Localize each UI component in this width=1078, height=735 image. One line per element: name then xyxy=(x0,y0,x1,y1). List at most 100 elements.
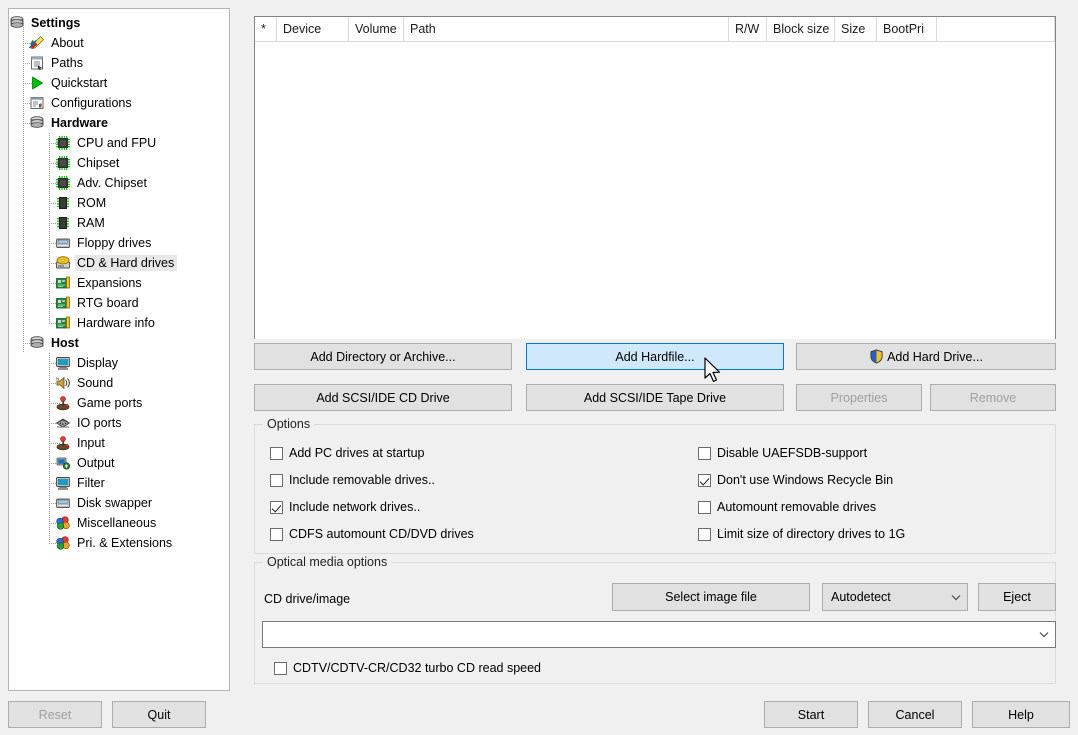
cd-image-path-combo[interactable] xyxy=(262,621,1056,648)
device-list-body[interactable] xyxy=(255,42,1055,339)
start-button[interactable]: Start xyxy=(764,701,858,728)
option-label: Include network drives.. xyxy=(289,500,421,514)
sidebar-item-label: Sound xyxy=(77,376,114,390)
quit-button[interactable]: Quit xyxy=(112,701,206,728)
option-checkbox[interactable]: Add PC drives at startup xyxy=(270,446,424,460)
sidebar-item-hardware-info[interactable]: Hardware info xyxy=(9,313,229,333)
sidebar-item-adv-chipset[interactable]: Adv. Chipset xyxy=(9,173,229,193)
tree-guide xyxy=(49,313,50,323)
select-image-file-button[interactable]: Select image file xyxy=(612,583,810,611)
sidebar-item-label: Configurations xyxy=(51,96,132,110)
column-header[interactable]: Device xyxy=(277,17,349,41)
sidebar-item-rtg-board[interactable]: RTG board xyxy=(9,293,229,313)
chip-icon xyxy=(55,155,71,171)
sidebar-item-input[interactable]: Input xyxy=(9,433,229,453)
tree-guide xyxy=(49,373,50,393)
tree-guide xyxy=(49,173,50,193)
checkbox-box[interactable] xyxy=(270,473,283,487)
eject-label: Eject xyxy=(1003,590,1031,604)
option-label: Limit size of directory drives to 1G xyxy=(717,527,906,541)
eject-button[interactable]: Eject xyxy=(978,583,1056,611)
option-checkbox[interactable]: Don't use Windows Recycle Bin xyxy=(698,473,893,487)
column-header[interactable] xyxy=(937,17,1055,41)
sidebar-item-label: Disk swapper xyxy=(77,496,153,510)
column-header[interactable]: * xyxy=(255,17,277,41)
cd-mode-select[interactable]: Autodetect xyxy=(822,583,968,611)
help-label: Help xyxy=(1008,707,1034,722)
option-checkbox[interactable]: Limit size of directory drives to 1G xyxy=(698,527,905,541)
sidebar-item-chipset[interactable]: Chipset xyxy=(9,153,229,173)
sidebar-item-label: About xyxy=(51,36,84,50)
column-header[interactable]: R/W xyxy=(729,17,767,41)
option-label: Automount removable drives xyxy=(717,500,877,514)
remove-button[interactable]: Remove xyxy=(930,384,1056,411)
checkbox-box[interactable] xyxy=(698,527,711,541)
sidebar-item-hardware[interactable]: Hardware xyxy=(9,113,229,133)
sidebar-item-configurations[interactable]: Configurations xyxy=(9,93,229,113)
option-checkbox[interactable]: Include network drives.. xyxy=(270,500,420,514)
sidebar-item-settings[interactable]: Settings xyxy=(9,13,229,33)
optical-media-group-title: Optical media options xyxy=(263,555,392,569)
turbo-cd-read-speed-checkbox[interactable]: CDTV/CDTV-CR/CD32 turbo CD read speed xyxy=(274,661,541,675)
sidebar-item-ram[interactable]: RAM xyxy=(9,213,229,233)
properties-button[interactable]: Properties xyxy=(796,384,922,411)
sidebar-item-label: Floppy drives xyxy=(77,236,152,250)
add-scsi-ide-tape-drive-button[interactable]: Add SCSI/IDE Tape Drive xyxy=(526,384,784,411)
monitor-icon xyxy=(55,355,71,371)
cancel-label: Cancel xyxy=(895,707,935,722)
checkbox-box[interactable] xyxy=(698,446,711,460)
sidebar-item-host[interactable]: Host xyxy=(9,333,229,353)
sidebar-item-game-ports[interactable]: Game ports xyxy=(9,393,229,413)
memory-icon xyxy=(55,195,71,211)
checkbox-box[interactable] xyxy=(698,500,711,514)
add-hard-drive-label: Add Hard Drive... xyxy=(887,349,983,364)
option-checkbox[interactable]: Automount removable drives xyxy=(698,500,876,514)
column-header[interactable]: Volume xyxy=(349,17,404,41)
reset-button[interactable]: Reset xyxy=(8,701,102,728)
checkbox-box[interactable] xyxy=(270,500,283,514)
device-list[interactable]: * Device Volume Path R/W Block size Size BootPr… xyxy=(254,16,1056,339)
sidebar-item-cpu-and-fpu[interactable]: CPU and FPU xyxy=(9,133,229,153)
option-checkbox[interactable]: Include removable drives.. xyxy=(270,473,435,487)
column-header[interactable]: BootPri xyxy=(877,17,937,41)
add-hard-drive-button[interactable]: Add Hard Drive... xyxy=(796,343,1056,370)
monitor-icon xyxy=(55,475,71,491)
floppy-icon xyxy=(55,235,71,251)
sidebar-item-cd-hard-drives[interactable]: CD & Hard drives xyxy=(9,253,229,273)
sidebar-item-pri-extensions[interactable]: Pri. & Extensions xyxy=(9,533,229,553)
settings-tree-panel[interactable]: Settings About Paths Quickstart Configuratio… xyxy=(8,8,230,691)
checkbox-box[interactable] xyxy=(274,661,287,675)
sidebar-item-sound[interactable]: N Sound xyxy=(9,373,229,393)
sidebar-item-about[interactable]: About xyxy=(9,33,229,53)
settings-tree[interactable]: Settings About Paths Quickstart Configuratio… xyxy=(9,9,229,553)
add-scsi-ide-cd-drive-button[interactable]: Add SCSI/IDE CD Drive xyxy=(254,384,512,411)
sidebar-item-expansions[interactable]: Expansions xyxy=(9,273,229,293)
option-checkbox[interactable]: Disable UAEFSDB-support xyxy=(698,446,867,460)
help-button[interactable]: Help xyxy=(972,701,1070,728)
checkbox-box[interactable] xyxy=(698,473,711,487)
column-header[interactable]: Block size xyxy=(767,17,835,41)
device-list-header[interactable]: * Device Volume Path R/W Block size Size BootPr… xyxy=(255,17,1055,42)
add-hardfile-button[interactable]: Add Hardfile... xyxy=(526,343,784,370)
sidebar-item-miscellaneous[interactable]: Miscellaneous xyxy=(9,513,229,533)
sidebar-item-io-ports[interactable]: IO ports xyxy=(9,413,229,433)
sidebar-item-rom[interactable]: ROM xyxy=(9,193,229,213)
sidebar-item-disk-swapper[interactable]: Disk swapper xyxy=(9,493,229,513)
sidebar-item-paths[interactable]: Paths xyxy=(9,53,229,73)
properties-label: Properties xyxy=(830,390,888,405)
sidebar-item-floppy-drives[interactable]: Floppy drives xyxy=(9,233,229,253)
add-directory-or-archive-button[interactable]: Add Directory or Archive... xyxy=(254,343,512,370)
tree-guide xyxy=(49,513,50,533)
checkbox-box[interactable] xyxy=(270,446,283,460)
sidebar-item-quickstart[interactable]: Quickstart xyxy=(9,73,229,93)
sidebar-item-filter[interactable]: Filter xyxy=(9,473,229,493)
column-header[interactable]: Path xyxy=(404,17,729,41)
cd-mode-value: Autodetect xyxy=(831,590,891,604)
sidebar-item-output[interactable]: Output xyxy=(9,453,229,473)
sidebar-item-display[interactable]: Display xyxy=(9,353,229,373)
option-checkbox[interactable]: CDFS automount CD/DVD drives xyxy=(270,527,474,541)
column-header[interactable]: Size xyxy=(835,17,877,41)
checkbox-box[interactable] xyxy=(270,527,283,541)
document-icon xyxy=(29,95,45,111)
cancel-button[interactable]: Cancel xyxy=(868,701,962,728)
